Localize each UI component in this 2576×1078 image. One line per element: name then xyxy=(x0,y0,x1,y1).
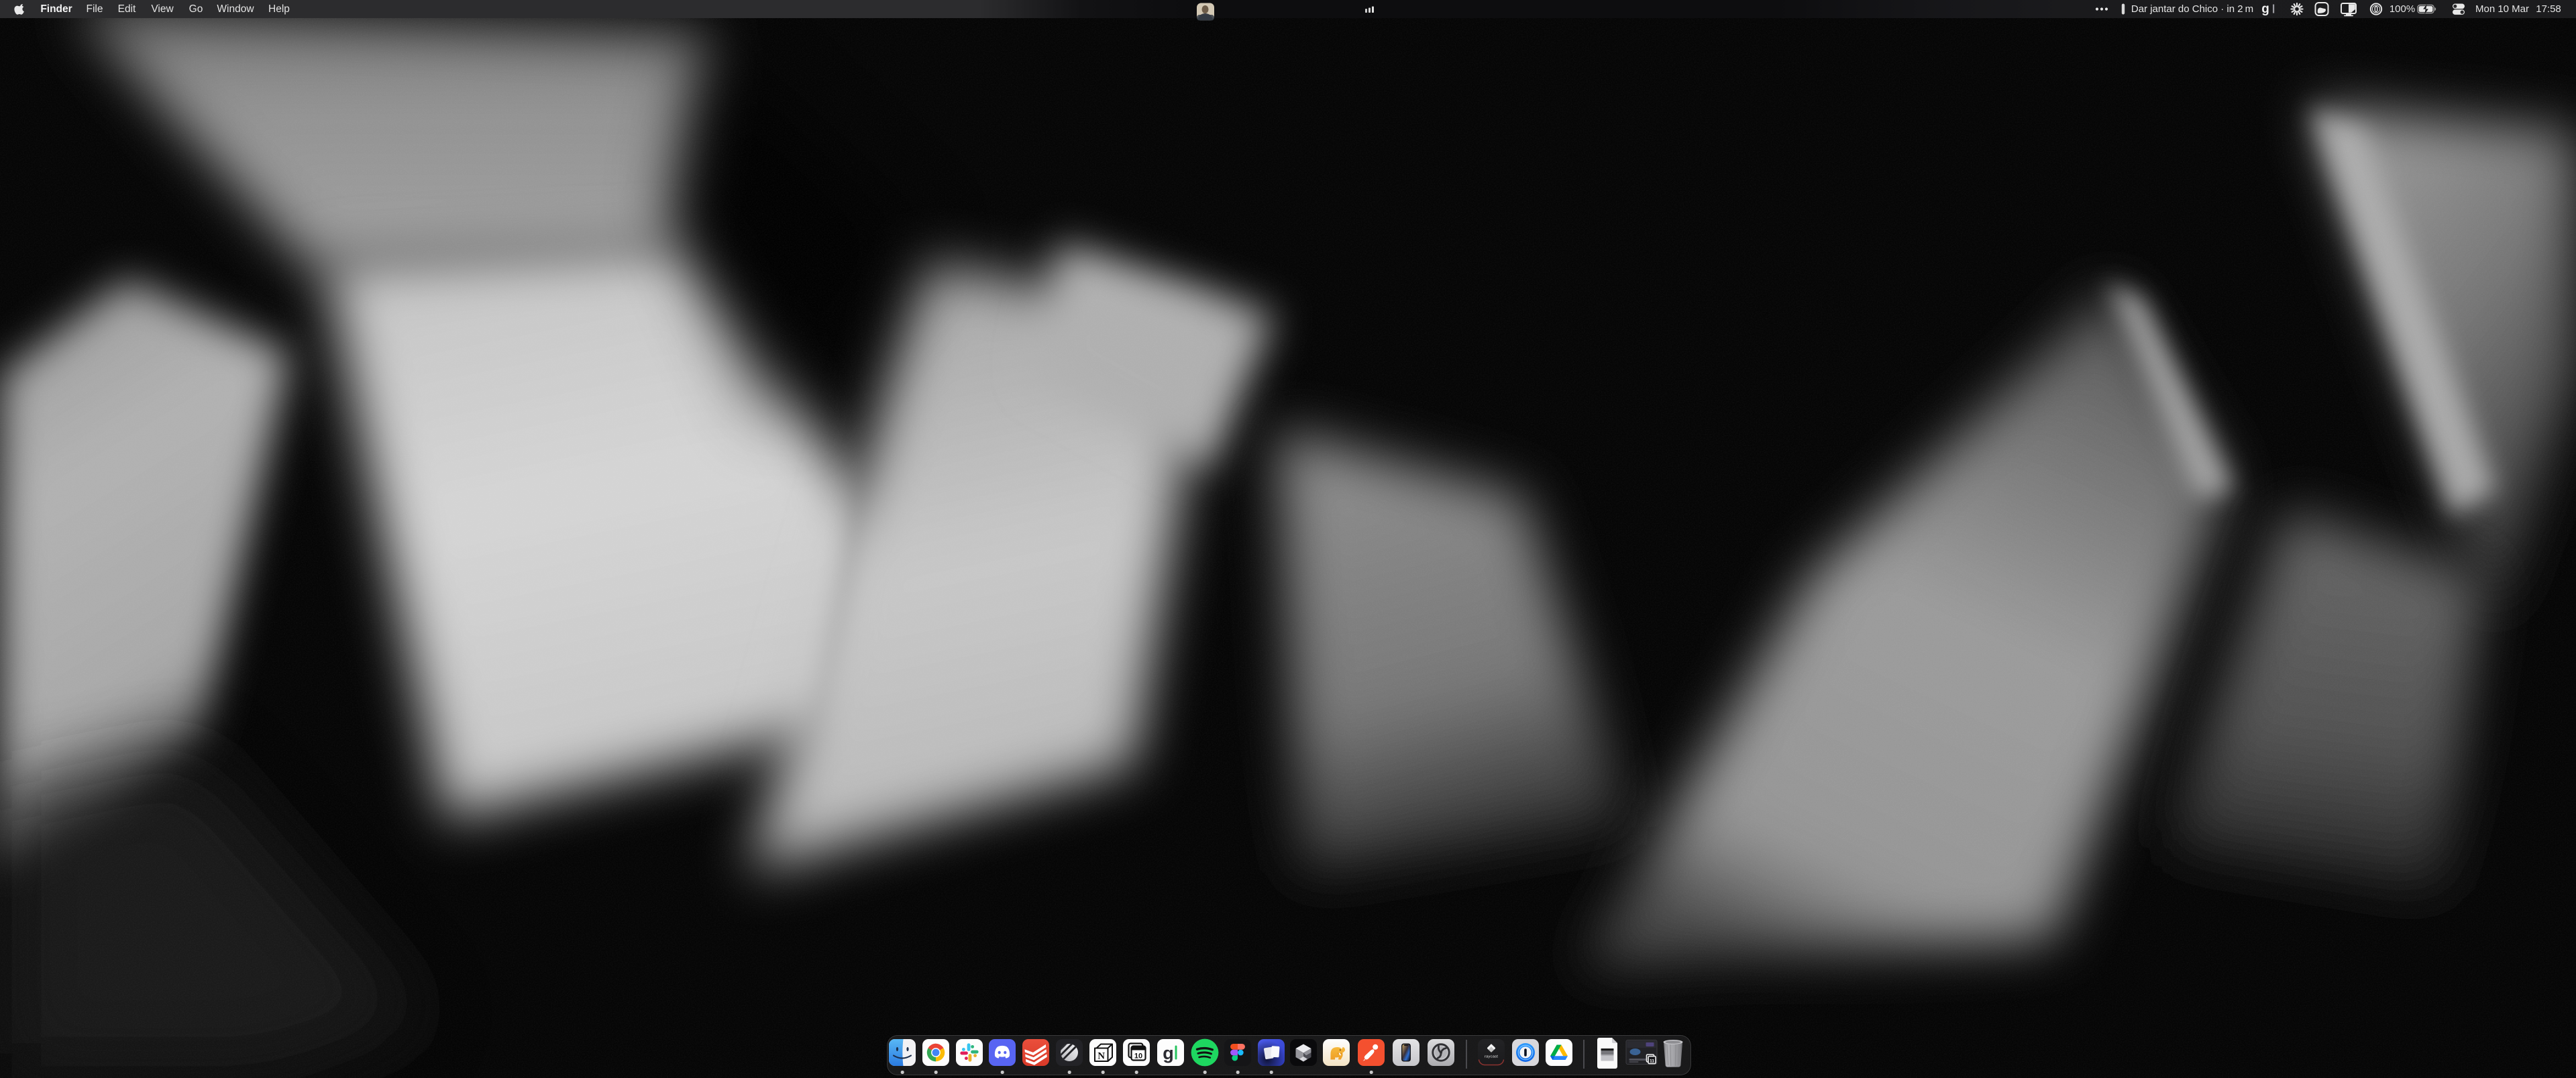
svg-text:raycast: raycast xyxy=(1485,1055,1498,1059)
svg-text:10: 10 xyxy=(1134,1053,1142,1061)
svg-text:g: g xyxy=(1163,1043,1174,1063)
svg-text:11: 11 xyxy=(1650,1059,1654,1063)
svg-text:N: N xyxy=(1097,1051,1105,1062)
